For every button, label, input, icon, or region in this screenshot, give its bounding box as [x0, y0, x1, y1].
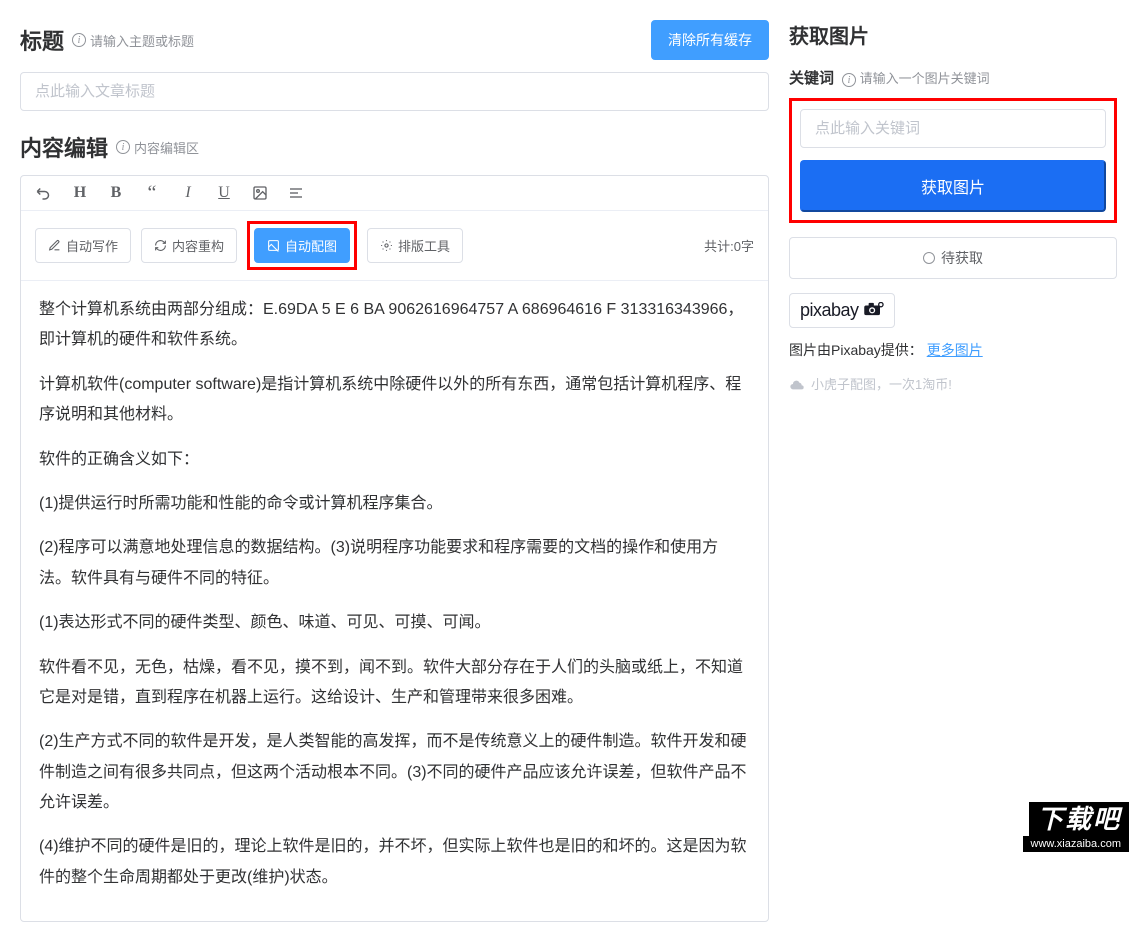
underline-icon[interactable]: U: [215, 184, 233, 202]
content-paragraph: (4)维护不同的硬件是旧的，理论上软件是旧的，并不坏，但实际上软件也是旧的和坏的…: [39, 832, 750, 893]
italic-icon[interactable]: I: [179, 184, 197, 202]
content-header: 内容编辑 i 内容编辑区: [20, 131, 769, 163]
editor: H B “ I U 自动写作: [20, 175, 769, 922]
info-icon: i: [116, 140, 130, 154]
pixabay-badge: pixabay: [789, 293, 895, 328]
format-toolbar: H B “ I U: [21, 176, 768, 211]
content-paragraph: 软件看不见，无色，枯燥，看不见，摸不到，闻不到。软件大部分存在于人们的头脑或纸上…: [39, 653, 750, 714]
content-label: 内容编辑 i 内容编辑区: [20, 131, 199, 163]
side-title: 获取图片: [789, 20, 1117, 49]
status-circle-icon: [923, 252, 935, 264]
status-button[interactable]: 待获取: [789, 237, 1117, 279]
highlight-auto-image: 自动配图: [247, 221, 357, 270]
tip-line: 小虎子配图，一次1淘币!: [789, 374, 1117, 393]
layout-tool-button[interactable]: 排版工具: [367, 228, 463, 263]
heading-icon[interactable]: H: [71, 184, 89, 202]
restructure-button[interactable]: 内容重构: [141, 228, 237, 263]
title-input[interactable]: [20, 72, 769, 111]
cloud-icon: [789, 378, 805, 390]
content-paragraph: (2)程序可以满意地处理信息的数据结构。(3)说明程序功能要求和程序需要的文档的…: [39, 533, 750, 594]
more-images-link[interactable]: 更多图片: [927, 342, 983, 358]
title-hint: i 请输入主题或标题: [72, 31, 194, 50]
editor-content[interactable]: 整个计算机系统由两部分组成：E.69DA 5 E 6 BA 9062616964…: [21, 281, 768, 921]
quote-icon[interactable]: “: [143, 184, 161, 202]
info-icon: i: [842, 73, 856, 87]
highlight-keyword-box: 获取图片: [789, 98, 1117, 223]
content-paragraph: 计算机软件(computer software)是指计算机系统中除硬件以外的所有…: [39, 370, 750, 431]
bold-icon[interactable]: B: [107, 184, 125, 202]
keyword-label: 关键词 i 请输入一个图片关键词: [789, 67, 1117, 88]
content-paragraph: 整个计算机系统由两部分组成：E.69DA 5 E 6 BA 9062616964…: [39, 295, 750, 356]
align-icon[interactable]: [287, 184, 305, 202]
word-count: 共计:0字: [704, 236, 754, 255]
title-label: 标题 i 请输入主题或标题: [20, 24, 194, 56]
content-hint: i 内容编辑区: [116, 138, 199, 157]
content-paragraph: 软件的正确含义如下：: [39, 445, 750, 475]
fetch-image-button[interactable]: 获取图片: [800, 160, 1106, 212]
watermark: 下载吧 www.xiazaiba.com: [1023, 799, 1129, 852]
info-icon: i: [72, 33, 86, 47]
content-paragraph: (1)提供运行时所需功能和性能的命令或计算机程序集合。: [39, 489, 750, 519]
action-toolbar: 自动写作 内容重构 自动配图 排版工具: [21, 211, 768, 281]
auto-image-button[interactable]: 自动配图: [254, 228, 350, 263]
keyword-input[interactable]: [800, 109, 1106, 148]
content-paragraph: (2)生产方式不同的软件是开发，是人类智能的高发挥，而不是传统意义上的硬件制造。…: [39, 727, 750, 818]
image-icon[interactable]: [251, 184, 269, 202]
auto-write-button[interactable]: 自动写作: [35, 228, 131, 263]
content-paragraph: (1)表达形式不同的硬件类型、颜色、味道、可见、可摸、可闻。: [39, 608, 750, 638]
attribution: 图片由Pixabay提供： 更多图片: [789, 340, 1117, 360]
clear-cache-button[interactable]: 清除所有缓存: [651, 20, 769, 60]
title-header: 标题 i 请输入主题或标题 清除所有缓存: [20, 20, 769, 60]
undo-icon[interactable]: [35, 184, 53, 202]
